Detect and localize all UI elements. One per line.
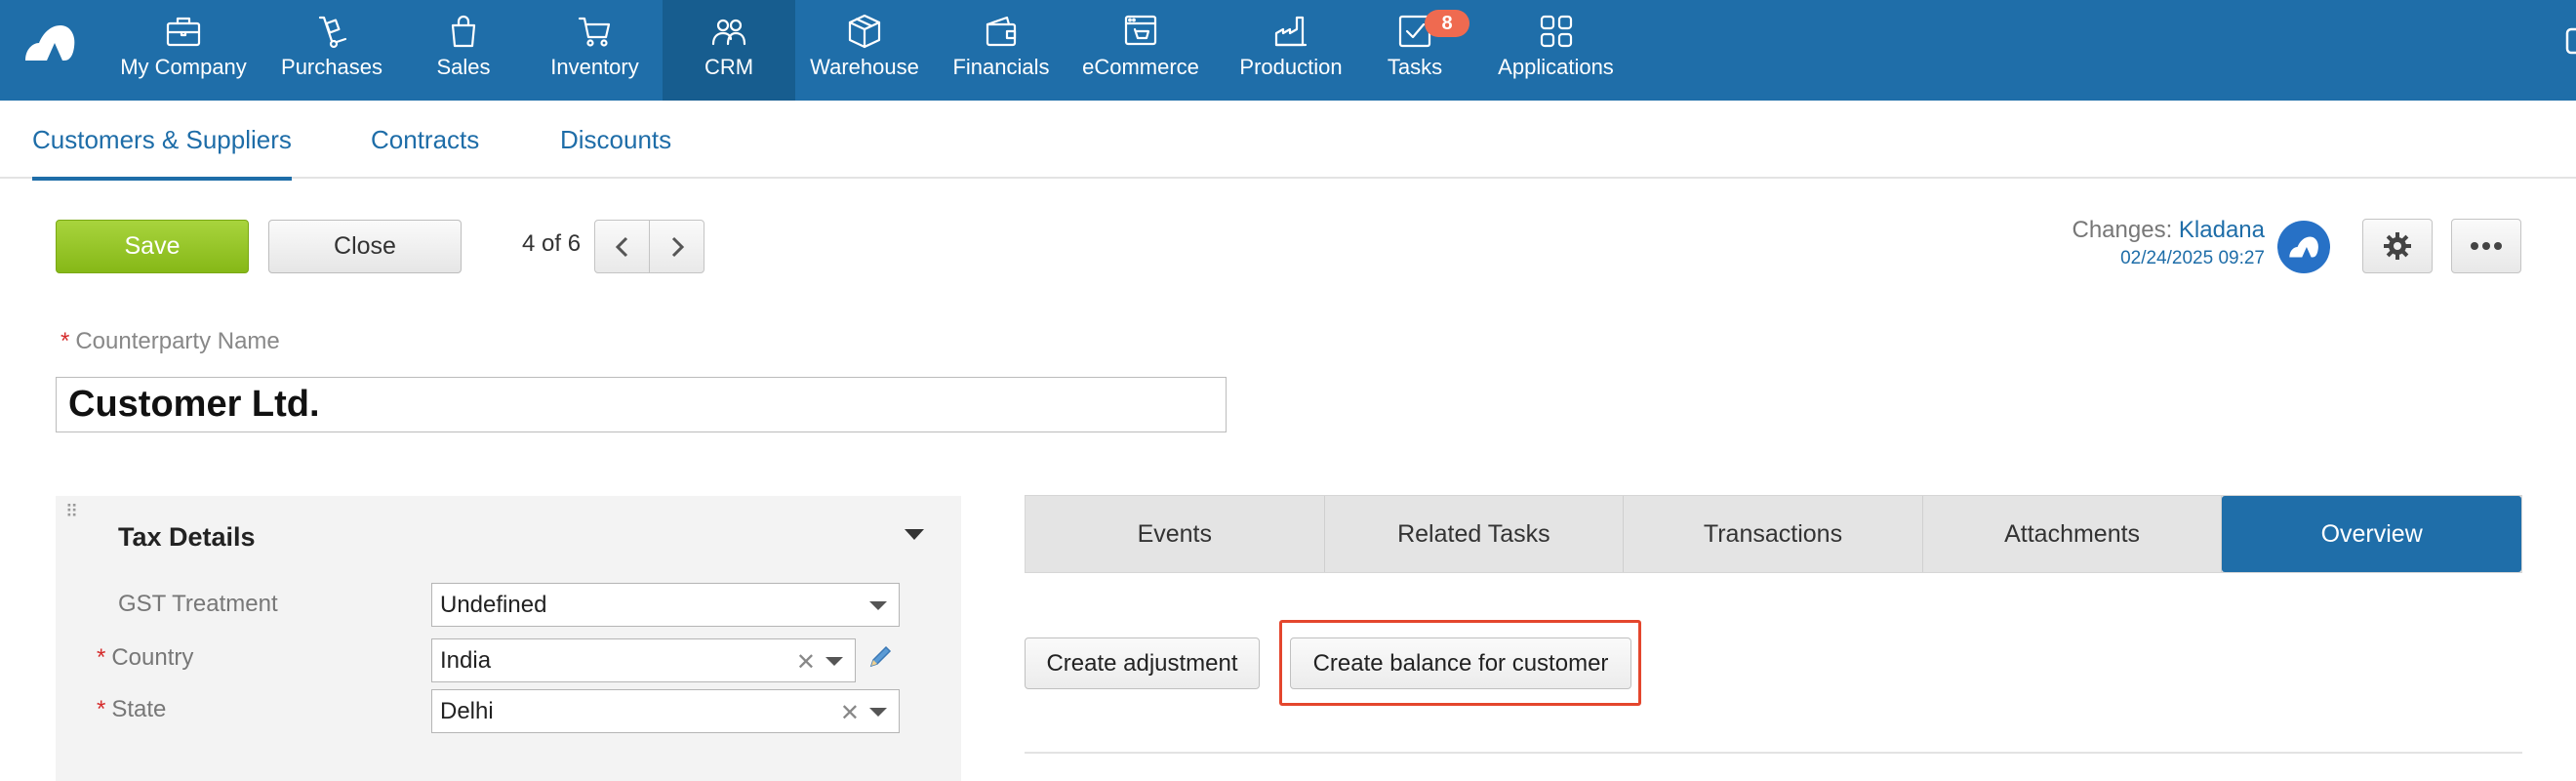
changes-label: Changes: xyxy=(2072,217,2173,243)
wallet-icon xyxy=(986,16,1017,47)
collapse-panel-icon[interactable] xyxy=(905,529,924,540)
chevron-down-icon xyxy=(825,657,843,666)
changes-info: Changes: Kladana 02/24/2025 09:27 xyxy=(2073,217,2266,269)
changes-user-link[interactable]: Kladana xyxy=(2179,217,2265,243)
nav-label: Production xyxy=(1239,55,1343,79)
nav-item-production[interactable]: Production xyxy=(1228,0,1354,101)
gear-icon xyxy=(2384,232,2411,260)
top-navigation-bar: My Company Purchases Sales Inventory CRM… xyxy=(0,0,2576,101)
country-label: * Country xyxy=(97,644,193,672)
changes-timestamp: 02/24/2025 09:27 xyxy=(2120,248,2265,268)
chevron-left-icon xyxy=(615,236,627,257)
previous-record-button[interactable] xyxy=(594,220,650,273)
detail-tabs: Events Related Tasks Transactions Attach… xyxy=(1025,495,2522,573)
counterparty-name-input[interactable] xyxy=(56,377,1227,432)
nav-label: Sales xyxy=(436,55,491,79)
nav-item-financials[interactable]: Financials xyxy=(945,0,1058,101)
subtab-contracts[interactable]: Contracts xyxy=(371,101,479,179)
section-divider xyxy=(1025,752,2522,754)
create-balance-button[interactable]: Create balance for customer xyxy=(1290,637,1631,689)
next-record-button[interactable] xyxy=(649,220,704,273)
state-select[interactable]: Delhi ✕ xyxy=(431,689,900,733)
nav-label: Warehouse xyxy=(810,55,919,79)
required-marker: * xyxy=(60,328,70,354)
create-adjustment-button[interactable]: Create adjustment xyxy=(1025,637,1260,689)
gst-treatment-label: GST Treatment xyxy=(118,591,278,617)
more-dots-icon xyxy=(2471,242,2502,250)
subtab-discounts[interactable]: Discounts xyxy=(560,101,671,179)
nav-item-crm[interactable]: CRM xyxy=(663,0,795,101)
close-button[interactable]: Close xyxy=(268,220,462,273)
required-marker: * xyxy=(97,696,106,722)
country-value: India xyxy=(440,646,492,674)
subtab-label: Customers & Suppliers xyxy=(32,124,292,154)
nav-label: Tasks xyxy=(1387,55,1443,79)
app-logo-icon xyxy=(2289,236,2318,258)
nav-item-tasks[interactable]: Tasks 8 xyxy=(1366,0,1469,101)
counterparty-name-label: * Counterparty Name xyxy=(60,328,280,355)
subtab-label: Contracts xyxy=(371,124,480,154)
notifications-icon[interactable] xyxy=(2564,21,2576,61)
people-icon xyxy=(711,19,746,46)
nav-item-sales[interactable]: Sales xyxy=(417,0,510,101)
nav-label: Financials xyxy=(952,55,1050,79)
storefront-icon xyxy=(1124,15,1157,46)
state-label: * State xyxy=(97,696,166,723)
factory-icon xyxy=(1274,16,1308,47)
gst-treatment-value: Undefined xyxy=(440,591,547,618)
nav-label: CRM xyxy=(704,55,754,79)
tab-events[interactable]: Events xyxy=(1026,496,1325,572)
nav-label: eCommerce xyxy=(1082,55,1199,79)
nav-item-inventory[interactable]: Inventory xyxy=(539,0,651,101)
clear-icon[interactable]: ✕ xyxy=(840,699,860,727)
counterparty-name-label-text: Counterparty Name xyxy=(75,328,280,354)
chevron-down-icon xyxy=(869,708,887,717)
tab-related-tasks[interactable]: Related Tasks xyxy=(1325,496,1625,572)
subtab-label: Discounts xyxy=(560,124,672,154)
nav-item-my-company[interactable]: My Company xyxy=(115,0,252,101)
shopping-bag-icon xyxy=(451,15,476,48)
country-select[interactable]: India ✕ xyxy=(431,638,856,682)
settings-button[interactable] xyxy=(2362,219,2433,273)
nav-item-warehouse[interactable]: Warehouse xyxy=(806,0,923,101)
tab-transactions[interactable]: Transactions xyxy=(1624,496,1923,572)
nav-item-purchases[interactable]: Purchases xyxy=(268,0,395,101)
nav-item-applications[interactable]: Applications xyxy=(1490,0,1622,101)
more-options-button[interactable] xyxy=(2451,219,2521,273)
tax-details-panel: ⠿ Tax Details GST Treatment Undefined * C… xyxy=(56,496,961,781)
cart-icon xyxy=(578,17,610,47)
save-button[interactable]: Save xyxy=(56,220,249,273)
pager-counter: 4 of 6 xyxy=(522,230,582,257)
nav-item-ecommerce[interactable]: eCommerce xyxy=(1076,0,1205,101)
box-icon xyxy=(848,14,881,49)
nav-label: Purchases xyxy=(281,55,382,79)
tax-details-title: Tax Details xyxy=(118,522,256,552)
state-label-text: State xyxy=(111,696,167,722)
country-label-text: Country xyxy=(111,644,194,671)
briefcase-icon xyxy=(166,17,201,47)
gst-treatment-select[interactable]: Undefined xyxy=(431,583,900,627)
subtab-customers-suppliers[interactable]: Customers & Suppliers xyxy=(32,101,292,181)
tab-overview[interactable]: Overview xyxy=(2222,496,2521,572)
tab-attachments[interactable]: Attachments xyxy=(1923,496,2223,572)
chevron-down-icon xyxy=(869,601,887,610)
clear-icon[interactable]: ✕ xyxy=(796,648,816,677)
nav-label: Inventory xyxy=(550,55,639,79)
app-logo[interactable] xyxy=(21,21,78,64)
nav-label: My Company xyxy=(120,55,247,79)
required-marker: * xyxy=(97,644,106,671)
apps-grid-icon xyxy=(1540,15,1572,48)
drag-handle-icon[interactable]: ⠿ xyxy=(65,502,78,522)
hand-truck-icon xyxy=(318,16,347,49)
avatar[interactable] xyxy=(2277,221,2330,273)
edit-pencil-icon[interactable] xyxy=(865,642,895,672)
tasks-count-badge: 8 xyxy=(1425,10,1469,37)
sub-navigation: Customers & Suppliers Contracts Discount… xyxy=(0,101,2576,181)
chevron-right-icon xyxy=(671,236,684,257)
nav-label: Applications xyxy=(1498,55,1614,79)
state-value: Delhi xyxy=(440,697,494,724)
